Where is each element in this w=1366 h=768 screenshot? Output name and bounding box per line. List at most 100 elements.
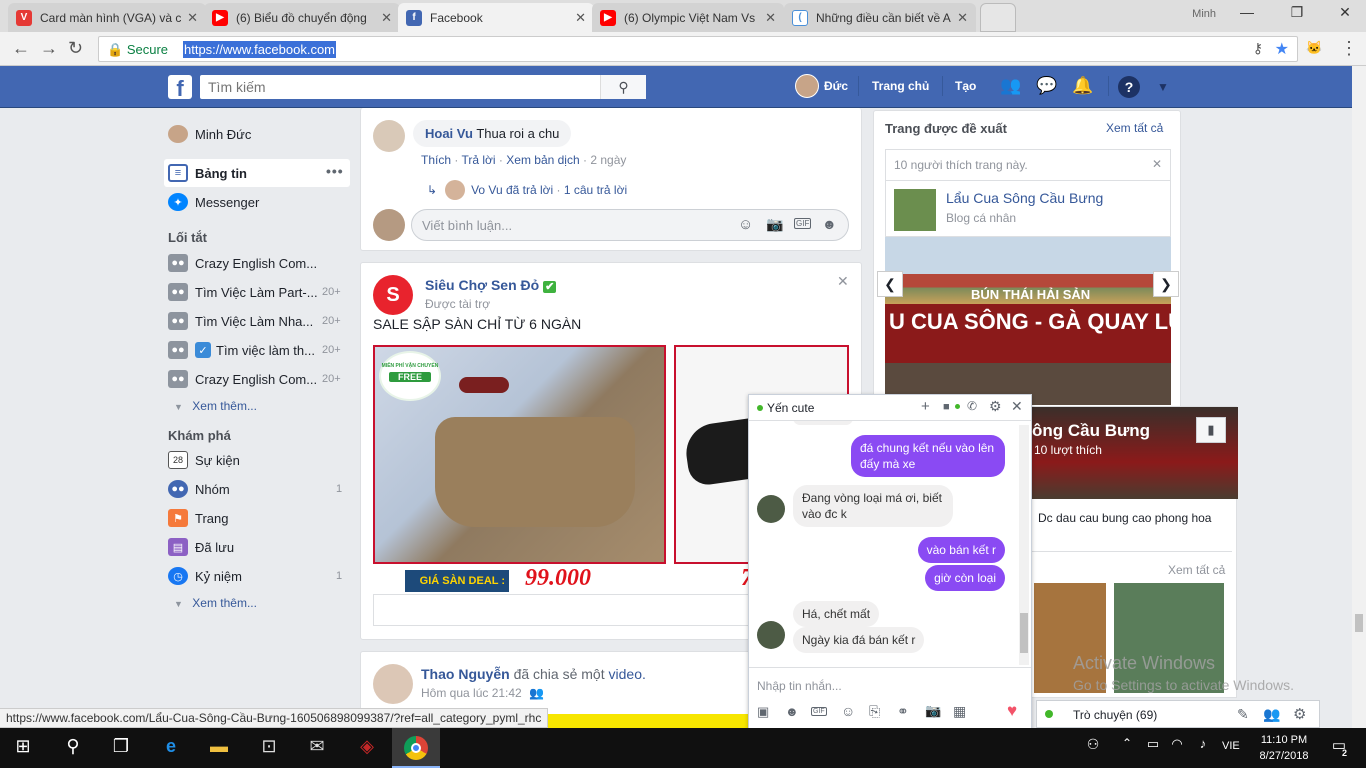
shortcut-item[interactable]: ●● Tìm Việc Làm Part-... 20+ — [168, 282, 341, 302]
create-group-icon[interactable]: 👥 — [1263, 706, 1280, 723]
store-icon[interactable]: ⊡ — [256, 736, 282, 760]
notifications-bell-icon[interactable]: 🔔 — [1072, 76, 1094, 98]
key-icon[interactable]: ⚷ — [1253, 40, 1263, 57]
help-icon[interactable]: ? — [1118, 76, 1140, 98]
browser-profile-name[interactable]: Minh — [1192, 8, 1216, 20]
page-scrollbar[interactable] — [1352, 66, 1366, 728]
add-person-icon[interactable]: + — [921, 398, 930, 415]
sidebar-item-news-feed[interactable]: ≡ Bảng tin ••• — [168, 163, 343, 183]
heart-icon[interactable]: ♥ — [1007, 701, 1017, 721]
photo-icon[interactable]: ▣ — [757, 704, 769, 720]
maximize-icon[interactable]: ❐ — [1282, 4, 1312, 21]
volume-icon[interactable]: ♪ — [1190, 736, 1216, 760]
gear-icon[interactable]: ⚙ — [989, 398, 1002, 415]
close-tab-icon[interactable]: ✕ — [575, 10, 586, 26]
forward-icon[interactable]: → — [40, 38, 58, 59]
battery-icon[interactable]: ▭ — [1140, 736, 1166, 760]
reply-comment-link[interactable]: Trả lời — [461, 153, 495, 167]
new-message-icon[interactable]: ✎ — [1237, 706, 1249, 723]
search-icon[interactable]: ⚲ — [60, 736, 86, 760]
scrollbar-thumb[interactable] — [1355, 614, 1363, 632]
close-tab-icon[interactable]: ✕ — [381, 10, 392, 26]
explore-item-memories[interactable]: ◷ Kỷ niệm 1 — [168, 566, 342, 586]
close-window-icon[interactable]: ✕ — [1330, 4, 1360, 21]
chevron-down-icon[interactable]: ▼ — [1152, 76, 1174, 98]
attachment-icon[interactable]: ⎘ — [869, 703, 880, 720]
edge-browser-icon[interactable]: e — [158, 736, 184, 760]
suggested-page-item[interactable]: Lẩu Cua Sông Cầu Bưng Blog cá nhân — [885, 181, 1171, 237]
browser-tab[interactable]: ▶ (6) Olympic Việt Nam Vs ✕ — [592, 3, 784, 32]
author-link[interactable]: Thao Nguyễn — [421, 666, 510, 682]
profile-link[interactable]: Đức — [824, 79, 848, 93]
mail-icon[interactable]: ✉ — [304, 736, 330, 760]
shortcut-item[interactable]: ●● Crazy English Com... — [168, 253, 317, 273]
hide-ad-icon[interactable]: ✕ — [837, 273, 849, 290]
messenger-icon[interactable]: 💬 — [1036, 76, 1058, 98]
avatar[interactable] — [373, 120, 405, 152]
close-tab-icon[interactable]: ✕ — [765, 10, 776, 26]
comment-input-box[interactable]: Viết bình luận... ☺ 📷 GIF ☻ — [411, 209, 849, 241]
chevron-up-icon[interactable]: ⌃ — [1114, 736, 1140, 760]
link-icon[interactable]: ⚭ — [897, 703, 909, 720]
back-icon[interactable]: ← — [12, 38, 30, 59]
reload-icon[interactable]: ↻ — [68, 38, 83, 59]
carousel-prev-icon[interactable]: ❮ — [877, 271, 903, 297]
video-call-icon[interactable]: ■ — [943, 401, 950, 413]
wifi-icon[interactable]: ◠ — [1164, 736, 1190, 760]
close-tab-icon[interactable]: ✕ — [187, 10, 198, 26]
chrome-taskbar-button[interactable] — [392, 728, 440, 768]
share-time[interactable]: Hôm qua lúc 21:42 — [421, 686, 522, 700]
input-language[interactable]: VIE — [1222, 740, 1240, 752]
dismiss-icon[interactable]: ✕ — [1152, 157, 1162, 171]
translate-comment-link[interactable]: Xem bản dịch — [506, 153, 579, 167]
phone-icon[interactable]: ✆ — [967, 399, 977, 413]
view-replies-link[interactable]: ↳ Vo Vu đã trả lời · 1 câu trả lời — [427, 180, 627, 200]
gif-icon[interactable]: GIF — [811, 707, 827, 716]
gif-icon[interactable]: GIF — [794, 218, 812, 229]
sidebar-item-messenger[interactable]: ✦ Messenger — [168, 192, 259, 212]
page-cover-image[interactable]: BÚN THÁI HẢI SẢN U CUA SÔNG - GÀ QUAY LÚ — [885, 237, 1171, 405]
extension-icon[interactable]: 🐱 — [1306, 40, 1322, 56]
emoji-icon[interactable]: ☺ — [841, 703, 855, 719]
carousel-next-icon[interactable]: ❯ — [1153, 271, 1179, 297]
notification-center-icon[interactable]: ▭ — [1326, 736, 1352, 760]
chat-contact-name[interactable]: Yến cute — [767, 401, 814, 415]
explore-item-events[interactable]: 28 Sự kiện — [168, 450, 240, 470]
gear-icon[interactable]: ⚙ — [1293, 705, 1306, 723]
product-image-bag[interactable]: MIỄN PHÍ VẬN CHUYỂN FREE — [373, 345, 666, 564]
avatar[interactable] — [795, 74, 819, 98]
menu-icon[interactable]: ⋮ — [1340, 38, 1358, 59]
profile-link[interactable]: Minh Đức — [168, 124, 251, 144]
minimize-icon[interactable]: — — [1232, 4, 1262, 20]
see-more-shortcuts-link[interactable]: ▼ Xem thêm... — [174, 399, 257, 413]
comment-input[interactable]: Viết bình luận... — [422, 218, 512, 233]
browser-tab[interactable]: V Card màn hình (VGA) và c ✕ — [8, 3, 206, 32]
hovercard-title[interactable]: ông Cầu Bưng — [1032, 421, 1150, 441]
explore-item-saved[interactable]: ▤ Đã lưu — [168, 537, 234, 557]
shortcut-item[interactable]: ●● Tìm Việc Làm Nha... 20+ — [168, 311, 341, 331]
games-icon[interactable]: ▦ — [953, 703, 966, 720]
create-link[interactable]: Tạo — [955, 79, 976, 93]
close-chat-icon[interactable]: ✕ — [1011, 398, 1023, 415]
video-link[interactable]: video. — [609, 666, 646, 682]
see-all-link[interactable]: Xem tất cả — [1168, 563, 1225, 577]
explore-item-groups[interactable]: ●● Nhóm 1 — [168, 479, 342, 499]
comment-author[interactable]: Hoai Vu — [425, 126, 473, 141]
chat-scrollbar[interactable] — [1019, 425, 1029, 665]
page-name-link[interactable]: Lẩu Cua Sông Cầu Bưng — [946, 190, 1103, 206]
browser-tab[interactable]: ( Những điều cần biết về A ✕ — [784, 3, 976, 32]
camera-icon[interactable]: 📷 — [766, 216, 783, 233]
url-text[interactable]: https://www.facebook.com — [183, 41, 337, 58]
friend-requests-icon[interactable]: 👥 — [1000, 76, 1022, 98]
avatar[interactable] — [373, 664, 413, 704]
garena-icon[interactable]: ◈ — [354, 736, 380, 760]
sponsored-label[interactable]: Được tài trợ — [425, 297, 490, 311]
sticker-icon[interactable]: ☻ — [822, 216, 837, 232]
home-link[interactable]: Trang chủ — [872, 79, 929, 93]
people-icon[interactable]: ⚇ — [1080, 736, 1106, 760]
search-icon[interactable]: ⚲ — [600, 75, 646, 99]
page-logo-icon[interactable]: S — [373, 275, 413, 315]
like-comment-link[interactable]: Thích — [421, 153, 451, 167]
shortcut-item[interactable]: ●● Crazy English Com... 20+ — [168, 369, 341, 389]
chat-sidebar-bar[interactable]: Trò chuyện (69) ✎ 👥 ⚙ — [1036, 700, 1320, 728]
